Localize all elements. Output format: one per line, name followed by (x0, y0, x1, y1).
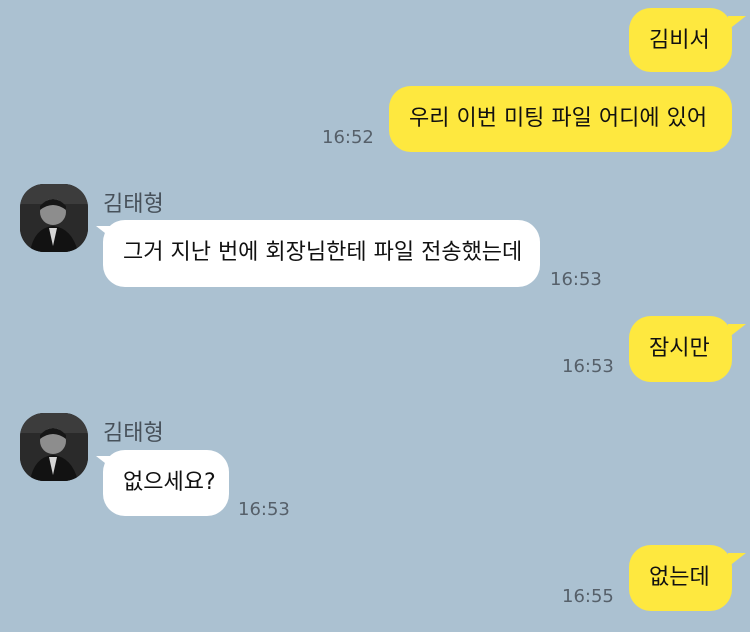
profile-photo-avatar-icon (20, 184, 88, 252)
avatar[interactable] (20, 413, 88, 481)
chat-area: 김비서 16:52 우리 이번 미팅 파일 어디에 있어 김태형 그거 지난 번… (0, 0, 750, 632)
message-text: 우리 이번 미팅 파일 어디에 있어 (409, 106, 708, 131)
bubble-tail (728, 553, 746, 567)
bubble-tail (728, 16, 746, 30)
message-time: 16:53 (562, 356, 614, 377)
profile-photo-avatar-icon (20, 413, 88, 481)
outgoing-bubble[interactable]: 없는데 (629, 545, 732, 611)
incoming-bubble[interactable]: 없으세요? (103, 450, 229, 516)
avatar[interactable] (20, 184, 88, 252)
outgoing-bubble[interactable]: 잠시만 (629, 316, 732, 382)
message-time: 16:53 (238, 499, 290, 520)
message-text: 김비서 (649, 28, 710, 53)
message-text: 없는데 (649, 565, 710, 590)
message-time: 16:53 (550, 269, 602, 290)
message-text: 없으세요? (123, 470, 216, 495)
message-text: 잠시만 (649, 336, 710, 361)
sender-name: 김태형 (103, 192, 164, 217)
message-text: 그거 지난 번에 회장님한테 파일 전송했는데 (123, 240, 523, 265)
message-time: 16:55 (562, 586, 614, 607)
message-time: 16:52 (322, 127, 374, 148)
incoming-bubble[interactable]: 그거 지난 번에 회장님한테 파일 전송했는데 (103, 220, 540, 287)
outgoing-bubble[interactable]: 우리 이번 미팅 파일 어디에 있어 (389, 86, 732, 152)
bubble-tail (728, 324, 746, 338)
sender-name: 김태형 (103, 421, 164, 446)
outgoing-bubble[interactable]: 김비서 (629, 8, 732, 72)
